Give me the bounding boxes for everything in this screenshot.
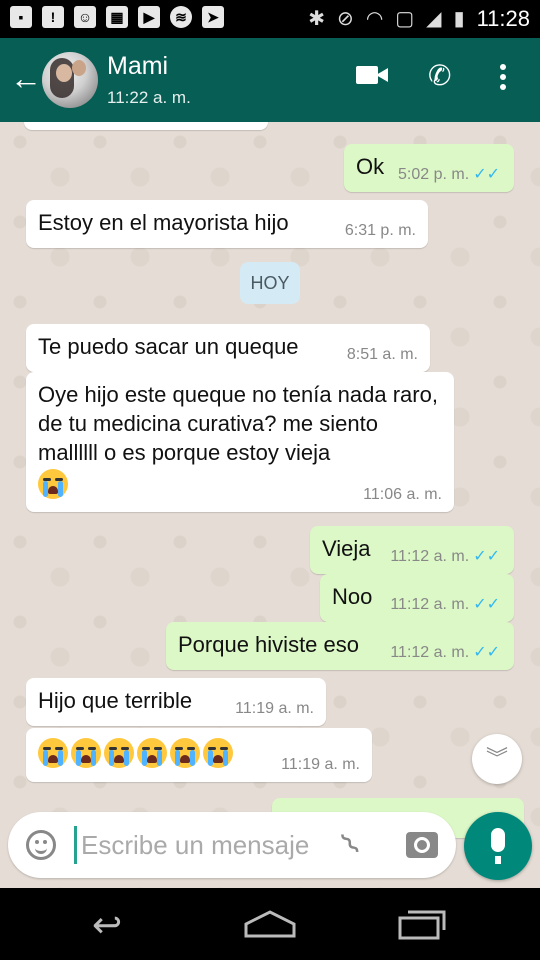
- bluetooth-icon: ✱: [308, 8, 326, 30]
- message-text: Estoy en el mayorista hijo: [38, 210, 289, 235]
- system-nav-bar: ↩: [0, 888, 540, 960]
- mic-button[interactable]: [464, 812, 532, 880]
- data-icon: ▢: [395, 8, 415, 30]
- crying-face-icon: [38, 738, 68, 768]
- message-text: Oye hijo este queque no tenía nada raro,…: [38, 382, 438, 465]
- message-time: 11:12 a. m. ✓✓: [390, 596, 500, 613]
- message-text: Vieja: [322, 536, 371, 561]
- date-chip: HOY: [240, 262, 300, 304]
- mute-icon: ⊘: [337, 8, 354, 30]
- message-text: Te puedo sacar un queque: [38, 334, 299, 359]
- message-time: 11:12 a. m. ✓✓: [390, 548, 500, 565]
- message-bubble-in[interactable]: Te puedo sacar un queque 8:51 a. m.: [26, 324, 430, 372]
- chat-area[interactable]: Ok 5:02 p. m. ✓✓ Estoy en el mayorista hi…: [0, 122, 540, 888]
- battery-icon: ▮: [453, 8, 465, 30]
- back-arrow-icon[interactable]: ←: [10, 62, 42, 94]
- clock: 11:28: [476, 6, 530, 31]
- status-icons-left: ▪ ! ☺ ▦ ▶ ≋ ➤: [10, 6, 224, 28]
- message-time: 11:06 a. m.: [363, 486, 442, 503]
- crying-face-icon: [104, 738, 134, 768]
- message-time: 5:02 p. m. ✓✓: [398, 166, 500, 183]
- scroll-down-button[interactable]: ︾: [472, 734, 522, 784]
- message-time: 8:51 a. m.: [346, 346, 418, 363]
- chat-icon: ☺: [74, 6, 96, 28]
- signal-icon: ◢: [426, 8, 442, 30]
- crying-face-icon: [170, 738, 200, 768]
- wifi-icon: ◠: [365, 8, 384, 30]
- crying-face-icon: [137, 738, 167, 768]
- message-input[interactable]: [74, 826, 344, 864]
- crying-face-icon: [203, 738, 233, 768]
- chevron-down-icon: ︾: [485, 746, 508, 771]
- camera-icon[interactable]: [406, 832, 438, 858]
- youtube-icon: ▶: [138, 6, 160, 28]
- message-bubble-in[interactable]: Hijo que terrible 11:19 a. m.: [26, 678, 326, 726]
- message-bubble-in[interactable]: 11:19 a. m.: [26, 728, 372, 782]
- message-bubble-out[interactable]: Porque hiviste eso 11:12 a. m. ✓✓: [166, 622, 514, 670]
- message-time: 6:31 p. m.: [344, 222, 416, 239]
- message-time: 11:19 a. m.: [235, 700, 314, 717]
- notification-icon: ▪: [10, 6, 32, 28]
- message-bubble-out[interactable]: Vieja 11:12 a. m. ✓✓: [310, 526, 514, 574]
- last-seen: 11:22 a. m.: [107, 88, 191, 107]
- emoji-icon[interactable]: [26, 830, 56, 860]
- spotify-icon: ≋: [170, 6, 192, 28]
- partial-message: [24, 122, 268, 130]
- play-store-icon: ➤: [202, 6, 224, 28]
- nav-back-icon[interactable]: ↩: [92, 907, 146, 943]
- warning-icon: !: [42, 6, 64, 28]
- message-bubble-out[interactable]: Ok 5:02 p. m. ✓✓: [344, 144, 514, 192]
- message-text: Porque hiviste eso: [178, 632, 359, 657]
- read-ticks-icon: ✓✓: [473, 644, 500, 661]
- more-menu-icon[interactable]: [498, 64, 508, 92]
- message-bubble-out[interactable]: Noo 11:12 a. m. ✓✓: [320, 574, 514, 622]
- contact-name[interactable]: Mami: [107, 52, 168, 81]
- message-composer: ⌇: [8, 812, 456, 878]
- read-ticks-icon: ✓✓: [473, 166, 500, 183]
- nav-recents-icon[interactable]: [396, 908, 448, 940]
- crying-face-icon: [71, 738, 101, 768]
- message-time: 11:12 a. m. ✓✓: [390, 644, 500, 661]
- photo-icon: ▦: [106, 6, 128, 28]
- avatar[interactable]: [42, 52, 98, 108]
- message-text: Ok: [356, 154, 385, 179]
- nav-home-icon[interactable]: [242, 908, 298, 940]
- message-time: 11:19 a. m.: [281, 756, 360, 773]
- status-icons-right: ✱ ⊘ ◠ ▢ ◢ ▮ 11:28: [308, 4, 530, 34]
- message-text: Hijo que terrible: [38, 688, 193, 713]
- chat-header: ← Mami 11:22 a. m. ✆: [0, 38, 540, 122]
- read-ticks-icon: ✓✓: [473, 548, 500, 565]
- read-ticks-icon: ✓✓: [473, 596, 500, 613]
- microphone-icon: [491, 828, 505, 852]
- video-call-icon[interactable]: [356, 64, 388, 86]
- message-bubble-in[interactable]: Estoy en el mayorista hijo 6:31 p. m.: [26, 200, 428, 248]
- phone-call-icon[interactable]: ✆: [428, 62, 451, 90]
- crying-face-icon: [38, 469, 68, 499]
- status-bar: ▪ ! ☺ ▦ ▶ ≋ ➤ ✱ ⊘ ◠ ▢ ◢ ▮ 11:28: [0, 0, 540, 38]
- message-text: Noo: [332, 584, 373, 609]
- message-bubble-in[interactable]: Oye hijo este queque no tenía nada raro,…: [26, 372, 454, 512]
